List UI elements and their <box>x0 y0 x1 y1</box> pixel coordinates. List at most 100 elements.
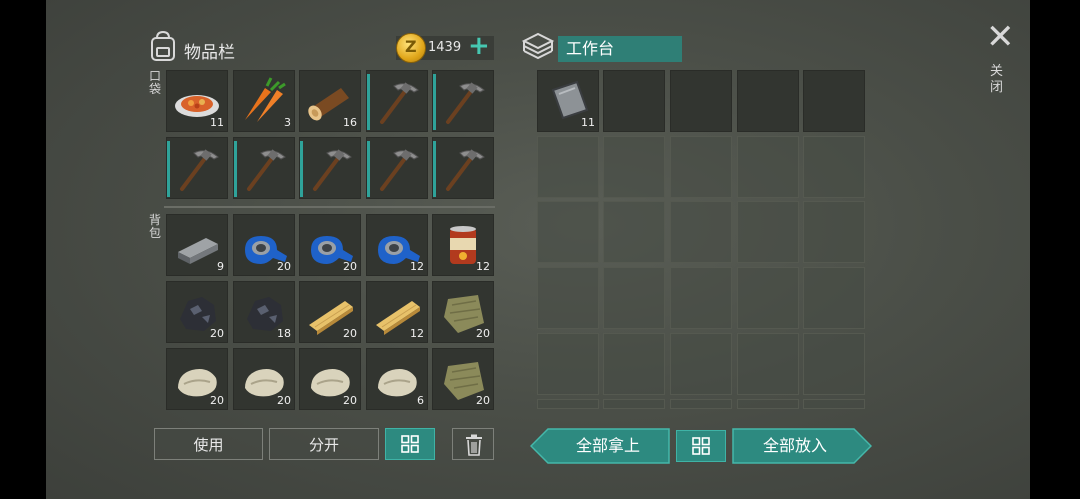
pocket-slot[interactable] <box>366 70 428 132</box>
durability-bar <box>167 141 170 197</box>
workbench-slot[interactable] <box>737 201 799 263</box>
sort-workbench-button[interactable] <box>676 430 726 462</box>
pocket-slot[interactable]: 16 <box>299 70 361 132</box>
workbench-slot[interactable]: 11 <box>537 70 599 132</box>
pocket-slot[interactable]: 11 <box>166 70 228 132</box>
pickaxe-icon <box>380 149 419 191</box>
item-count: 9 <box>217 260 224 273</box>
carrot-icon <box>245 77 286 122</box>
workbench-slot[interactable] <box>803 333 865 395</box>
workbench-slot[interactable] <box>670 399 732 409</box>
pickaxe-icon <box>180 149 219 191</box>
workbench-slot[interactable] <box>737 70 799 132</box>
workbench-slot[interactable] <box>737 333 799 395</box>
workbench-slot[interactable] <box>803 70 865 132</box>
pocket-slot[interactable] <box>432 137 494 199</box>
item-count: 6 <box>417 394 424 407</box>
workbench-slot[interactable] <box>603 399 665 409</box>
item-count: 20 <box>476 394 490 407</box>
workbench-slot[interactable] <box>603 136 665 198</box>
coin-icon <box>396 33 426 63</box>
pocket-slot[interactable] <box>233 137 295 199</box>
workbench-slot[interactable] <box>603 267 665 329</box>
workbench-slot[interactable] <box>737 399 799 409</box>
pickaxe-icon <box>446 82 485 124</box>
workbench-slot[interactable] <box>670 136 732 198</box>
workbench-slot[interactable] <box>670 70 732 132</box>
pickaxe-icon <box>313 149 352 191</box>
backpack-slot[interactable]: 18 <box>233 281 295 343</box>
item-count: 12 <box>410 327 424 340</box>
backpack-slot[interactable]: 9 <box>166 214 228 276</box>
backpack-slot[interactable]: 20 <box>233 348 295 410</box>
durability-bar <box>367 141 370 197</box>
item-count: 20 <box>277 394 291 407</box>
add-coins-button[interactable]: + <box>468 32 490 60</box>
workbench-slot[interactable] <box>670 333 732 395</box>
pocket-label: 口袋 <box>148 69 161 96</box>
backpack-slot[interactable]: 6 <box>366 348 428 410</box>
backpack-slot[interactable]: 20 <box>299 214 361 276</box>
item-count: 12 <box>476 260 490 273</box>
workbench-slot[interactable] <box>737 267 799 329</box>
workbench-slot[interactable] <box>537 201 599 263</box>
pocket-slot[interactable] <box>166 137 228 199</box>
backpack-slot[interactable]: 20 <box>166 348 228 410</box>
item-count: 20 <box>343 327 357 340</box>
backpack-slot[interactable]: 20 <box>299 348 361 410</box>
workbench-slot[interactable] <box>537 333 599 395</box>
workbench-slot[interactable] <box>537 136 599 198</box>
inventory-title: 物品栏 <box>184 43 235 63</box>
workbench-title: 工作台 <box>558 36 682 62</box>
backpack-slot[interactable]: 20 <box>432 348 494 410</box>
workbench-slot[interactable] <box>603 333 665 395</box>
stone-icon <box>378 369 417 397</box>
backpack-slot[interactable]: 12 <box>366 214 428 276</box>
workbench-slot[interactable] <box>803 399 865 409</box>
split-button[interactable]: 分开 <box>269 428 379 460</box>
put-all-button[interactable]: 全部放入 <box>734 429 856 463</box>
iron-ingot-icon <box>178 238 218 264</box>
workbench-slot[interactable] <box>537 267 599 329</box>
pickaxe-icon <box>446 149 485 191</box>
workbench-slot[interactable] <box>803 267 865 329</box>
pocket-slot[interactable]: 3 <box>233 70 295 132</box>
trash-button[interactable] <box>452 428 494 460</box>
backpack-icon <box>151 30 175 61</box>
backpack-slot[interactable]: 20 <box>233 214 295 276</box>
trash-icon <box>466 434 482 456</box>
pocket-slot[interactable] <box>366 137 428 199</box>
workbench-slot[interactable] <box>537 399 599 409</box>
workbench-slot[interactable] <box>670 201 732 263</box>
grid-icon <box>401 435 419 453</box>
workbench-slot[interactable] <box>670 267 732 329</box>
item-count: 20 <box>343 260 357 273</box>
backpack-slot[interactable]: 12 <box>432 214 494 276</box>
backpack-slot[interactable]: 12 <box>366 281 428 343</box>
take-all-button[interactable]: 全部拿上 <box>548 429 668 463</box>
item-count: 11 <box>581 116 595 129</box>
pocket-slot[interactable] <box>432 70 494 132</box>
pocket-slot[interactable] <box>299 137 361 199</box>
durability-bar <box>234 141 237 197</box>
workbench-slot[interactable] <box>603 201 665 263</box>
grid-icon <box>692 437 710 455</box>
workbench-slot[interactable] <box>737 136 799 198</box>
durability-bar <box>367 74 370 130</box>
backpack-slot[interactable]: 20 <box>166 281 228 343</box>
pickaxe-icon <box>247 149 286 191</box>
sort-inventory-button[interactable] <box>385 428 435 460</box>
durability-bar <box>433 74 436 130</box>
backpack-slot[interactable]: 20 <box>299 281 361 343</box>
backpack-slot[interactable]: 20 <box>432 281 494 343</box>
workbench-slot[interactable] <box>803 201 865 263</box>
workbench-slot[interactable] <box>603 70 665 132</box>
close-label[interactable]: 关闭 <box>990 64 1006 96</box>
workbench-icon <box>521 32 555 60</box>
use-button[interactable]: 使用 <box>154 428 263 460</box>
item-count: 12 <box>410 260 424 273</box>
item-count: 20 <box>476 327 490 340</box>
item-count: 20 <box>210 394 224 407</box>
close-icon[interactable]: ✕ <box>986 20 1015 54</box>
workbench-slot[interactable] <box>803 136 865 198</box>
